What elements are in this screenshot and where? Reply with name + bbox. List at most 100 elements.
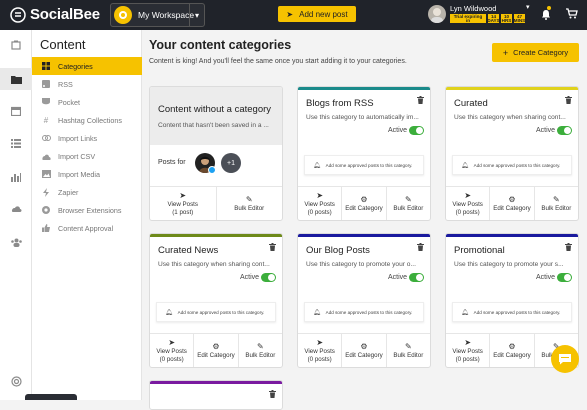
sidebar-item-rss[interactable]: RSS bbox=[32, 75, 142, 93]
edit-category-button[interactable]: ⚙ Edit Category bbox=[194, 334, 239, 367]
bulk-editor-button[interactable]: ✎ Bulk Editor bbox=[387, 334, 430, 367]
sidebar-item-label: Import Media bbox=[58, 169, 100, 179]
list-icon[interactable] bbox=[0, 132, 32, 154]
sidebar-item-import-media[interactable]: Import Media bbox=[32, 165, 142, 183]
page-title: Your content categories bbox=[149, 38, 292, 52]
category-color-stripe bbox=[446, 234, 578, 237]
help-icon[interactable] bbox=[0, 370, 32, 392]
sidebar-item-import-links[interactable]: Import Links bbox=[32, 129, 142, 147]
chevron-down-icon[interactable]: ▾ bbox=[526, 3, 530, 11]
bulk-editor-button[interactable]: ✎ Bulk Editor bbox=[535, 187, 578, 220]
workspace-switcher[interactable]: My Workspace ▾ bbox=[110, 3, 205, 27]
edit-category-button[interactable]: ⚙ Edit Category bbox=[342, 187, 387, 220]
category-card-curated[interactable]: Curated Use this category when sharing c… bbox=[445, 86, 579, 221]
edit-category-label: Edit Category bbox=[493, 351, 531, 359]
post-count: (0 posts) bbox=[307, 208, 332, 216]
trash-icon[interactable] bbox=[565, 96, 572, 106]
empty-posts-text: Add some approved posts to this category… bbox=[177, 309, 265, 315]
trash-icon[interactable] bbox=[269, 390, 276, 400]
sidebar-item-import-csv[interactable]: Import CSV bbox=[32, 147, 142, 165]
cloud-icon[interactable] bbox=[0, 198, 32, 220]
sidebar-item-label: Import Links bbox=[58, 133, 98, 143]
edit-category-button[interactable]: ⚙ Edit Category bbox=[490, 187, 535, 220]
empty-posts-text: Add some approved posts to this category… bbox=[473, 162, 561, 168]
active-label: Active bbox=[388, 274, 408, 281]
avatar[interactable] bbox=[428, 5, 446, 23]
dashboard-icon[interactable] bbox=[0, 34, 32, 56]
more-profiles-badge[interactable]: +1 bbox=[221, 153, 241, 173]
post-count: (0 posts) bbox=[455, 208, 480, 216]
chat-widget-button[interactable] bbox=[551, 345, 579, 373]
sidebar-item-zapier[interactable]: Zapier bbox=[32, 183, 142, 201]
bee-logo-icon bbox=[10, 6, 26, 23]
category-color-stripe bbox=[150, 234, 282, 237]
image-icon bbox=[40, 170, 52, 178]
active-toggle[interactable] bbox=[409, 273, 424, 282]
bulk-editor-button[interactable]: ✎ Bulk Editor bbox=[217, 187, 283, 220]
add-new-post-button[interactable]: ➤ Add new post bbox=[278, 6, 356, 22]
trash-icon[interactable] bbox=[565, 243, 572, 253]
category-description: Use this category when sharing cont... bbox=[454, 114, 566, 121]
add-post-label: Add new post bbox=[299, 9, 348, 19]
calendar-icon[interactable] bbox=[0, 100, 32, 122]
post-count: (0 posts) bbox=[455, 355, 480, 363]
chat-icon bbox=[559, 354, 571, 365]
trash-icon[interactable] bbox=[269, 243, 276, 253]
category-card-partial[interactable] bbox=[149, 380, 283, 410]
category-card-uncategorized[interactable]: Content without a category Content that … bbox=[149, 86, 283, 221]
edit-category-button[interactable]: ⚙ Edit Category bbox=[342, 334, 387, 367]
active-toggle[interactable] bbox=[409, 126, 424, 135]
view-posts-label: View Posts bbox=[156, 347, 187, 355]
bell-icon[interactable] bbox=[541, 9, 551, 23]
view-posts-button[interactable]: ➤ View Posts (0 posts) bbox=[150, 334, 195, 367]
card-actions: ➤ View Posts (0 posts) ⚙ Edit Category ✎… bbox=[298, 186, 430, 220]
view-posts-button[interactable]: ➤ View Posts (0 posts) bbox=[446, 187, 491, 220]
view-posts-button[interactable]: ➤ View Posts (0 posts) bbox=[446, 334, 491, 367]
audience-icon[interactable] bbox=[0, 231, 32, 253]
content-folder-icon[interactable] bbox=[0, 68, 32, 90]
view-posts-button[interactable]: ➤ View Posts (0 posts) bbox=[298, 334, 343, 367]
create-category-button[interactable]: + Create Category bbox=[492, 43, 579, 62]
bulk-editor-label: Bulk Editor bbox=[234, 204, 265, 212]
empty-posts-notice: 🔔︎ Add some approved posts to this categ… bbox=[452, 155, 572, 175]
edit-icon: ✎ bbox=[256, 341, 264, 351]
category-card-our-blog-posts[interactable]: Our Blog Posts Use this category to prom… bbox=[297, 233, 431, 368]
sidebar-item-label: Categories bbox=[58, 61, 93, 71]
card-actions: ➤ View Posts (1 post) ✎ Bulk Editor bbox=[150, 186, 282, 220]
view-posts-label: View Posts bbox=[167, 200, 199, 208]
view-posts-button[interactable]: ➤ View Posts (1 post) bbox=[150, 187, 217, 220]
active-toggle[interactable] bbox=[261, 273, 276, 282]
bulk-editor-button[interactable]: ✎ Bulk Editor bbox=[387, 187, 430, 220]
analytics-icon[interactable] bbox=[0, 166, 32, 188]
card-actions: ➤ View Posts (0 posts) ⚙ Edit Category ✎… bbox=[150, 333, 282, 367]
category-card-curated-news[interactable]: Curated News Use this category when shar… bbox=[149, 233, 283, 368]
sidebar-item-hashtag-collections[interactable]: # Hashtag Collections bbox=[32, 111, 142, 129]
active-label: Active bbox=[536, 127, 556, 134]
socialbee-logo[interactable]: SocialBee bbox=[10, 6, 100, 23]
chevron-down-icon[interactable]: ▾ bbox=[189, 4, 204, 26]
bottom-panel-tab[interactable] bbox=[25, 394, 77, 400]
sidebar-item-content-approval[interactable]: Content Approval bbox=[32, 219, 142, 237]
trial-hours: 10 HRS bbox=[501, 13, 512, 23]
edit-category-label: Edit Category bbox=[345, 351, 383, 359]
sidebar-item-label: Hashtag Collections bbox=[58, 115, 122, 125]
paper-plane-icon: ➤ bbox=[464, 337, 472, 347]
category-card-blogs-from-rss[interactable]: Blogs from RSS Use this category to auto… bbox=[297, 86, 431, 221]
cart-icon[interactable] bbox=[566, 8, 578, 22]
sidebar-item-label: Zapier bbox=[58, 187, 79, 197]
edit-category-button[interactable]: ⚙ Edit Category bbox=[490, 334, 535, 367]
sidebar-item-browser-extensions[interactable]: Browser Extensions bbox=[32, 201, 142, 219]
user-name[interactable]: Lyn Wildwood bbox=[450, 4, 496, 13]
edit-category-label: Edit Category bbox=[493, 204, 531, 212]
trash-icon[interactable] bbox=[417, 243, 424, 253]
view-posts-button[interactable]: ➤ View Posts (0 posts) bbox=[298, 187, 343, 220]
sidebar-item-categories[interactable]: Categories bbox=[32, 57, 142, 75]
bulk-editor-button[interactable]: ✎ Bulk Editor bbox=[239, 334, 282, 367]
active-toggle[interactable] bbox=[557, 273, 572, 282]
sidebar-item-pocket[interactable]: Pocket bbox=[32, 93, 142, 111]
active-toggle[interactable] bbox=[557, 126, 572, 135]
trash-icon[interactable] bbox=[417, 96, 424, 106]
bulk-editor-label: Bulk Editor bbox=[393, 351, 424, 359]
pocket-icon bbox=[40, 98, 52, 106]
grid-icon bbox=[40, 62, 52, 70]
